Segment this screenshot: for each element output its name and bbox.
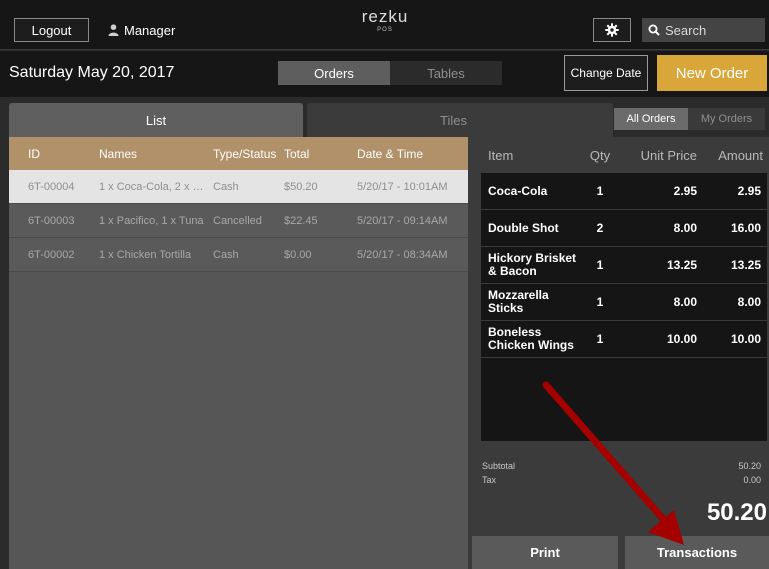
row-total: $22.45	[284, 214, 318, 227]
order-detail-panel: Item Qty Unit Price Amount Coca-Cola 1 2…	[468, 137, 769, 569]
row-names: 1 x Chicken Tortilla	[99, 248, 192, 261]
item-unit-price: 10.00	[666, 332, 697, 346]
item-name: Double Shot	[488, 220, 559, 235]
item-name: Coca-Cola	[488, 183, 548, 198]
detail-header-unit-price: Unit Price	[640, 147, 697, 163]
row-total: $50.20	[284, 180, 318, 193]
item-unit-price: 2.95	[673, 184, 697, 198]
row-id: 6T-00003	[28, 214, 75, 227]
print-button[interactable]: Print	[472, 536, 618, 569]
logo-name: rezku	[361, 7, 409, 26]
item-name: Hickory Brisket & Bacon	[488, 251, 577, 278]
row-datetime: 5/20/17 - 09:14AM	[357, 214, 448, 227]
change-date-button[interactable]: Change Date	[564, 55, 648, 91]
search-placeholder: Search	[665, 22, 707, 38]
settings-button[interactable]	[593, 18, 631, 42]
grand-total: 50.20	[706, 499, 767, 526]
tax-value: 0.00	[743, 475, 761, 485]
logo-sub: POS	[377, 27, 393, 33]
app-logo: rezku POS	[340, 7, 430, 34]
detail-header-amount: Amount	[718, 147, 763, 163]
tab-all-orders[interactable]: All Orders	[614, 108, 688, 130]
tab-orders[interactable]: Orders	[278, 61, 390, 85]
row-type: Cash	[213, 248, 239, 261]
item-qty: 1	[596, 332, 604, 346]
header-type-status[interactable]: Type/Status	[213, 147, 284, 161]
item-qty: 1	[596, 258, 604, 272]
logout-button[interactable]: Logout	[14, 18, 89, 42]
detail-header: Item Qty Unit Price Amount	[468, 137, 769, 173]
user-menu[interactable]: Manager	[108, 18, 175, 42]
item-amount: 16.00	[730, 221, 761, 235]
search-icon	[648, 24, 660, 36]
tab-my-orders[interactable]: My Orders	[688, 108, 765, 130]
item-amount: 2.95	[737, 184, 761, 198]
row-id: 6T-00004	[28, 180, 75, 193]
new-order-button[interactable]: New Order	[657, 55, 767, 91]
item-amount: 13.25	[730, 258, 761, 272]
item-amount: 8.00	[737, 295, 761, 309]
detail-header-item: Item	[488, 147, 514, 163]
top-bar: Logout Manager rezku POS Search	[0, 0, 769, 50]
item-amount: 10.00	[730, 332, 761, 346]
item-unit-price: 8.00	[673, 221, 697, 235]
row-datetime: 5/20/17 - 08:34AM	[357, 248, 448, 261]
list-item[interactable]: Mozzarella Sticks 1 8.00 8.00	[481, 284, 767, 321]
table-row[interactable]: 6T-00002 1 x Chicken Tortilla Cash $0.00…	[9, 238, 468, 272]
current-date: Saturday May 20, 2017	[9, 64, 175, 81]
item-name: Boneless Chicken Wings	[488, 325, 574, 352]
table-row[interactable]: 6T-00004 1 x Coca-Cola, 2 x Double Shot …	[9, 170, 468, 204]
header-names[interactable]: Names	[99, 147, 213, 161]
tax-label: Tax	[482, 475, 497, 485]
user-name: Manager	[124, 22, 176, 38]
header-id[interactable]: ID	[9, 147, 99, 161]
row-type: Cash	[213, 180, 239, 193]
list-item[interactable]: Coca-Cola 1 2.95 2.95	[481, 173, 767, 210]
row-datetime: 5/20/17 - 10:01AM	[357, 180, 448, 193]
list-item[interactable]: Boneless Chicken Wings 1 10.00 10.00	[481, 321, 767, 358]
row-names: 1 x Coca-Cola, 2 x Double Shot	[99, 180, 213, 193]
header-date-time[interactable]: Date & Time	[357, 147, 468, 161]
item-qty: 1	[596, 295, 604, 309]
item-unit-price: 13.25	[666, 258, 697, 272]
gear-icon	[605, 23, 619, 37]
item-name: Mozzarella Sticks	[488, 288, 549, 315]
transactions-button[interactable]: Transactions	[625, 536, 769, 569]
order-items-list: Coca-Cola 1 2.95 2.95 Double Shot 2 8.00…	[481, 173, 767, 441]
subtotal-label: Subtotal	[482, 461, 516, 471]
list-item[interactable]: Double Shot 2 8.00 16.00	[481, 210, 767, 247]
item-unit-price: 8.00	[673, 295, 697, 309]
tab-tables[interactable]: Tables	[390, 61, 502, 85]
row-names: 1 x Pacifico, 1 x Tuna	[99, 214, 204, 227]
subtotal-value: 50.20	[738, 461, 761, 471]
row-type: Cancelled	[213, 214, 262, 227]
detail-header-qty: Qty	[589, 147, 611, 163]
table-row[interactable]: 6T-00003 1 x Pacifico, 1 x Tuna Cancelle…	[9, 204, 468, 238]
user-icon	[108, 24, 119, 36]
tab-list[interactable]: List	[9, 103, 303, 137]
orders-list: ID Names Type/Status Total Date & Time 6…	[9, 137, 468, 569]
list-item[interactable]: Hickory Brisket & Bacon 1 13.25 13.25	[481, 247, 767, 284]
row-total: $0.00	[284, 248, 312, 261]
row-id: 6T-00002	[28, 248, 75, 261]
item-qty: 2	[596, 221, 604, 235]
header-total[interactable]: Total	[284, 147, 357, 161]
tab-tiles[interactable]: Tiles	[307, 103, 613, 137]
search-input[interactable]: Search	[642, 18, 765, 42]
date-bar: Saturday May 20, 2017 Orders Tables Chan…	[0, 51, 769, 97]
item-qty: 1	[596, 184, 604, 198]
view-tabs: List Tiles All Orders My Orders	[0, 97, 769, 137]
orders-table-header: ID Names Type/Status Total Date & Time	[9, 137, 468, 170]
